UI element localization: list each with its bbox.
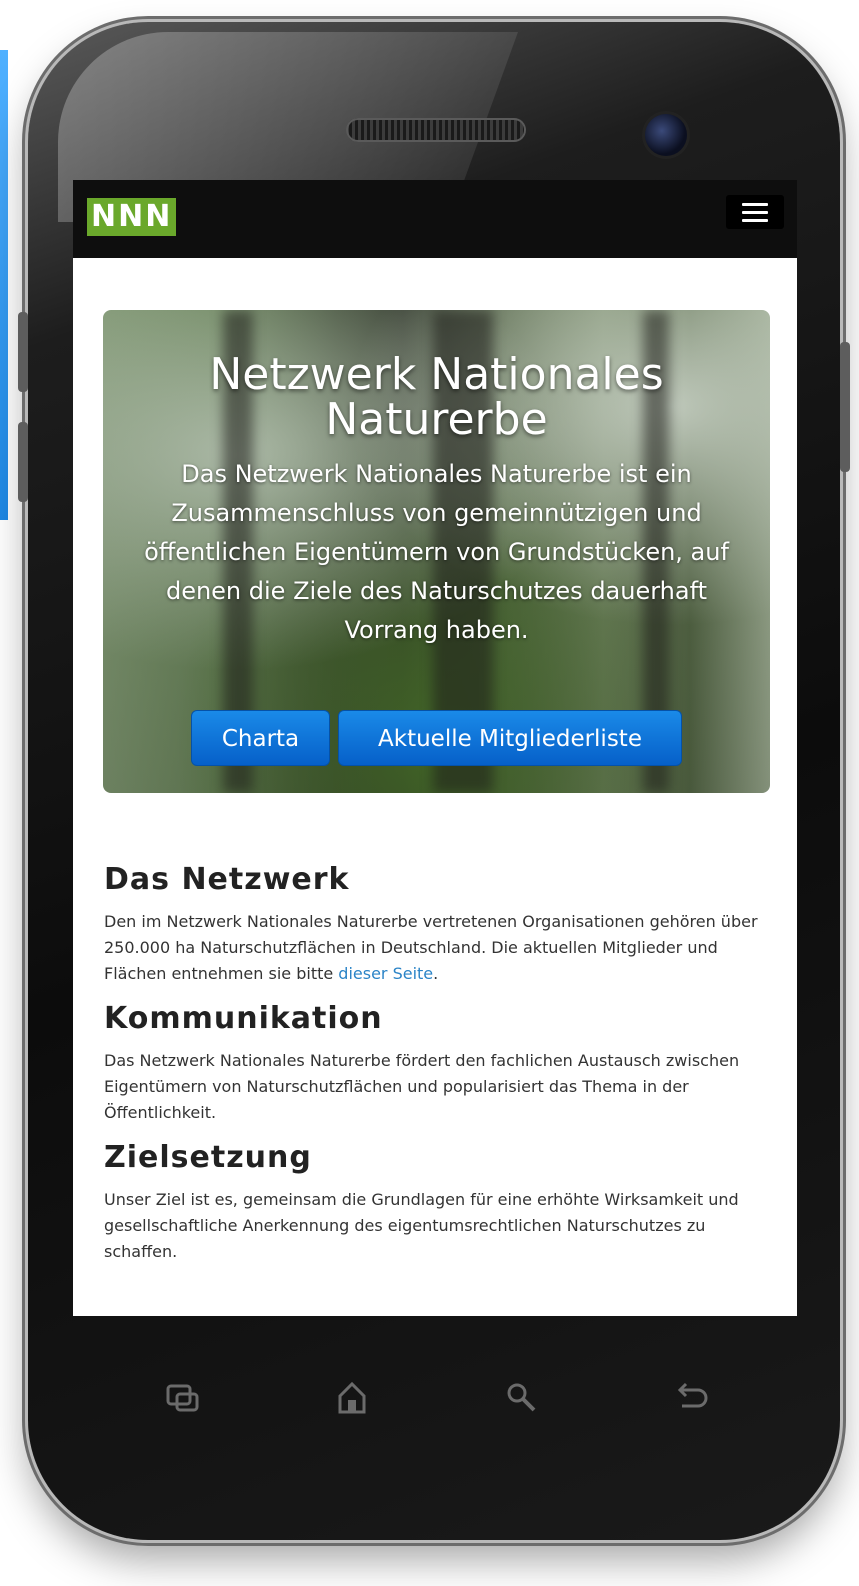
- section-heading-zielsetzung: Zielsetzung: [104, 1140, 312, 1175]
- dieser-seite-link[interactable]: dieser Seite: [338, 964, 433, 983]
- paragraph-text: .: [433, 964, 439, 983]
- hero-description: Das Netzwerk Nationales Naturerbe ist ei…: [144, 460, 729, 644]
- hero-title-line: Naturerbe: [325, 394, 548, 445]
- section-heading-kommunikation: Kommunikation: [104, 1001, 383, 1036]
- section-text-kommunikation: Das Netzwerk Nationales Naturerbe förder…: [104, 1051, 740, 1122]
- section-text-zielsetzung: Unser Ziel ist es, gemeinsam die Grundla…: [104, 1190, 739, 1261]
- section-text-netzwerk: Den im Netzwerk Nationales Naturerbe ver…: [104, 909, 774, 987]
- charta-button[interactable]: Charta: [191, 710, 330, 766]
- home-icon[interactable]: [332, 1378, 372, 1418]
- hero-banner: Netzwerk Nationales Naturerbe Das Netzwe…: [103, 310, 770, 793]
- phone-speaker: [346, 118, 526, 142]
- back-icon[interactable]: [672, 1378, 712, 1418]
- hamburger-icon: [742, 202, 768, 206]
- hamburger-icon: [742, 218, 768, 222]
- home-icon: [338, 1381, 366, 1414]
- back-icon: [677, 1382, 708, 1408]
- member-list-button[interactable]: Aktuelle Mitgliederliste: [338, 710, 682, 766]
- phone-camera: [645, 114, 687, 156]
- volume-up-button[interactable]: [18, 312, 28, 392]
- phone-screen: NNN Netzwerk Nationales Naturerbe Das Ne…: [73, 180, 797, 1316]
- navbar: NNN: [73, 180, 797, 258]
- recent-apps-icon: [166, 1384, 199, 1412]
- hamburger-icon: [742, 210, 768, 214]
- menu-toggle-button[interactable]: [726, 195, 784, 229]
- section-heading-netzwerk: Das Netzwerk: [104, 862, 350, 897]
- hero-title: Netzwerk Nationales Naturerbe: [103, 352, 770, 442]
- page-edge-strip: [0, 50, 8, 520]
- search-icon: [507, 1383, 536, 1412]
- hero-title-line: Netzwerk Nationales: [209, 349, 664, 400]
- power-button[interactable]: [840, 342, 850, 472]
- main-content: Das Netzwerk Den im Netzwerk Nationales …: [104, 860, 774, 1265]
- volume-down-button[interactable]: [18, 422, 28, 502]
- brand-logo[interactable]: NNN: [87, 198, 177, 236]
- recent-apps-icon[interactable]: [163, 1378, 203, 1418]
- search-icon[interactable]: [502, 1378, 542, 1418]
